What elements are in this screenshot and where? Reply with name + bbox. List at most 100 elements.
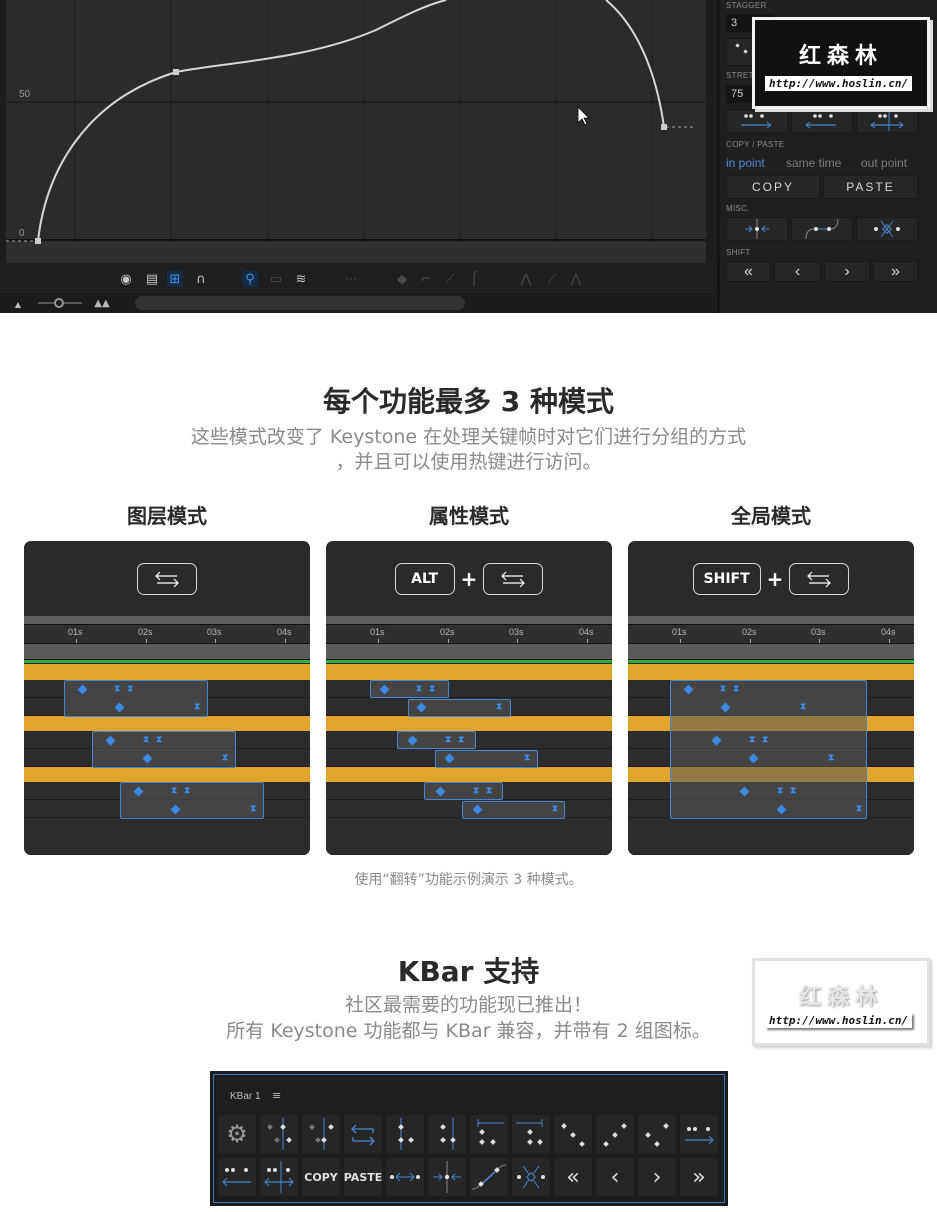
stagger-label: STAGGER (726, 1, 767, 10)
keyframe-ease[interactable]: ⧗ (458, 736, 466, 745)
copy-option-out-point[interactable]: out point (861, 156, 907, 170)
keyframe-ease[interactable]: ⧗ (184, 787, 192, 796)
kbar-align-in-button[interactable] (302, 1115, 340, 1153)
kbar-align-in-point-button[interactable] (386, 1115, 424, 1153)
kbar-shift-right-button[interactable]: › (638, 1158, 676, 1196)
flip-key (789, 563, 850, 595)
keyframe-ease[interactable]: ⧗ (749, 736, 757, 745)
shift-right-button[interactable]: › (824, 261, 870, 282)
zoom-out-icon[interactable]: ▲ (10, 296, 26, 312)
keyframe-selection-box[interactable] (120, 782, 264, 819)
keyframe-selection-box[interactable] (64, 680, 208, 717)
keyframe-ease[interactable]: ⧗ (496, 703, 504, 712)
keyframe-ease[interactable]: ⧗ (790, 787, 798, 796)
kbar-stretch-right-button[interactable] (680, 1115, 718, 1153)
keyframe-ease[interactable]: ⧗ (250, 805, 258, 814)
kbar-copy-button[interactable]: COPY (302, 1158, 340, 1196)
keyframe-ease[interactable]: ⧗ (486, 787, 494, 796)
easy-ease-icon[interactable]: ⋀ (518, 271, 534, 287)
keyframe-ease[interactable]: ⧗ (552, 805, 560, 814)
kbar-paste-button[interactable]: PASTE (344, 1158, 382, 1196)
keyframe-selection-box[interactable] (92, 731, 236, 768)
ease-out-icon[interactable]: ⋀ (568, 271, 584, 287)
zoom-in-icon[interactable]: ▲▲ (94, 295, 110, 311)
shift-far-left-button[interactable]: « (726, 261, 771, 282)
flip-cross-icon (517, 1165, 545, 1189)
keyframe-ease[interactable]: ⧗ (524, 754, 532, 763)
keyframe-ease[interactable]: ⧗ (143, 736, 151, 745)
collapse-icon (745, 219, 769, 239)
chevron-right-icon: › (652, 1164, 662, 1190)
time-tick-label: 03s (207, 627, 222, 637)
curve-ease-button[interactable] (791, 217, 853, 241)
keyframe-ease[interactable]: ⧗ (156, 736, 164, 745)
fit-zoom-icon[interactable]: ⚲ (242, 271, 258, 287)
kbar-flip-button[interactable] (344, 1115, 382, 1153)
kbar-stagger-down-button[interactable] (554, 1115, 592, 1153)
keyframe-ease[interactable]: ⧗ (473, 787, 481, 796)
hamburger-menu-icon[interactable]: ≡ (272, 1089, 281, 1102)
collapse-to-playhead-button[interactable] (726, 217, 788, 241)
shift-far-right-button[interactable]: » (873, 261, 918, 282)
keyframe-ease[interactable]: ⧗ (856, 805, 864, 814)
kbar-curve-button[interactable] (470, 1158, 508, 1196)
kbar-stagger-random-button[interactable] (638, 1115, 676, 1153)
graph-canvas[interactable]: 50 0 (6, 0, 706, 263)
kbar-shift-far-left-button[interactable]: « (554, 1158, 592, 1196)
snap-magnet-icon[interactable]: ∩ (193, 271, 209, 287)
keyframe-ease[interactable]: ⧗ (828, 754, 836, 763)
shift-left-button[interactable]: ‹ (774, 261, 821, 282)
keyframe-ease[interactable]: ⧗ (800, 703, 808, 712)
paste-button[interactable]: PASTE (823, 175, 918, 199)
kbar-flip-cross-button[interactable] (512, 1158, 550, 1196)
keyframe-ease[interactable]: ⧗ (416, 685, 424, 694)
watermark-url: http://www.hoslin.cn/ (765, 76, 913, 91)
kbar-settings-button[interactable]: ⚙ (218, 1115, 256, 1153)
hold-keyframe-icon[interactable]: ⌐ (418, 271, 434, 287)
keyframe-ease[interactable]: ⧗ (429, 685, 437, 694)
flip-cross-button[interactable] (856, 217, 918, 241)
kbar-shift-far-right-button[interactable]: » (680, 1158, 718, 1196)
stretch-center-button[interactable] (856, 109, 918, 133)
kbar-align-out-point-button[interactable] (428, 1115, 466, 1153)
keyframe-icon[interactable]: ◆ (394, 271, 410, 287)
keyframe-ease[interactable]: ⧗ (222, 754, 230, 763)
kbar-stagger-up-button[interactable] (596, 1115, 634, 1153)
separate-dimensions-icon[interactable]: ⋯ (343, 271, 359, 287)
copy-option-in-point[interactable]: in point (726, 156, 765, 170)
keyframe-ease[interactable]: ⧗ (127, 685, 135, 694)
ease-in-icon[interactable]: ⟋ (544, 271, 560, 287)
keyframe-selection-box[interactable] (670, 680, 867, 819)
keyframe-ease[interactable]: ⧗ (114, 685, 122, 694)
keyframe-ease[interactable]: ⧗ (194, 703, 202, 712)
copy-option-same-time[interactable]: same time (786, 156, 841, 170)
kbar-expand-button[interactable] (386, 1158, 424, 1196)
zoom-slider-knob[interactable] (54, 298, 64, 308)
keyframe-ease[interactable]: ⧗ (762, 736, 770, 745)
kbar-stretch-left-button[interactable] (218, 1158, 256, 1196)
transform-box-icon[interactable]: ⊞ (167, 271, 183, 287)
horizontal-scrollbar[interactable] (135, 296, 465, 310)
stretch-left-button[interactable] (791, 109, 853, 133)
graph-type-icon[interactable]: ▭ (268, 271, 284, 287)
timeline-header (326, 616, 612, 624)
list-icon[interactable]: ▤ (144, 271, 160, 287)
stretch-right-button[interactable] (726, 109, 788, 133)
keyframe-ease[interactable]: ⧗ (171, 787, 179, 796)
kbar-shift-left-button[interactable]: ‹ (596, 1158, 634, 1196)
copy-button[interactable]: COPY (726, 175, 820, 199)
keyframe-ease[interactable]: ⧗ (445, 736, 453, 745)
keyframe-ease[interactable]: ⧗ (720, 685, 728, 694)
kbar-stretch-center-button[interactable] (260, 1158, 298, 1196)
kbar-align-out-button[interactable] (260, 1115, 298, 1153)
time-tick-label: 04s (579, 627, 594, 637)
eye-icon[interactable]: ◉ (118, 271, 134, 287)
linear-keyframe-icon[interactable]: ⟋ (442, 271, 458, 287)
reference-graph-icon[interactable]: ≋ (293, 271, 309, 287)
keyframe-ease[interactable]: ⧗ (733, 685, 741, 694)
kbar-sequence-start-button[interactable] (470, 1115, 508, 1153)
kbar-collapse-button[interactable] (428, 1158, 466, 1196)
keyframe-ease[interactable]: ⧗ (777, 787, 785, 796)
kbar-sequence-end-button[interactable] (512, 1115, 550, 1153)
auto-bezier-icon[interactable]: ⌠ (466, 271, 482, 287)
